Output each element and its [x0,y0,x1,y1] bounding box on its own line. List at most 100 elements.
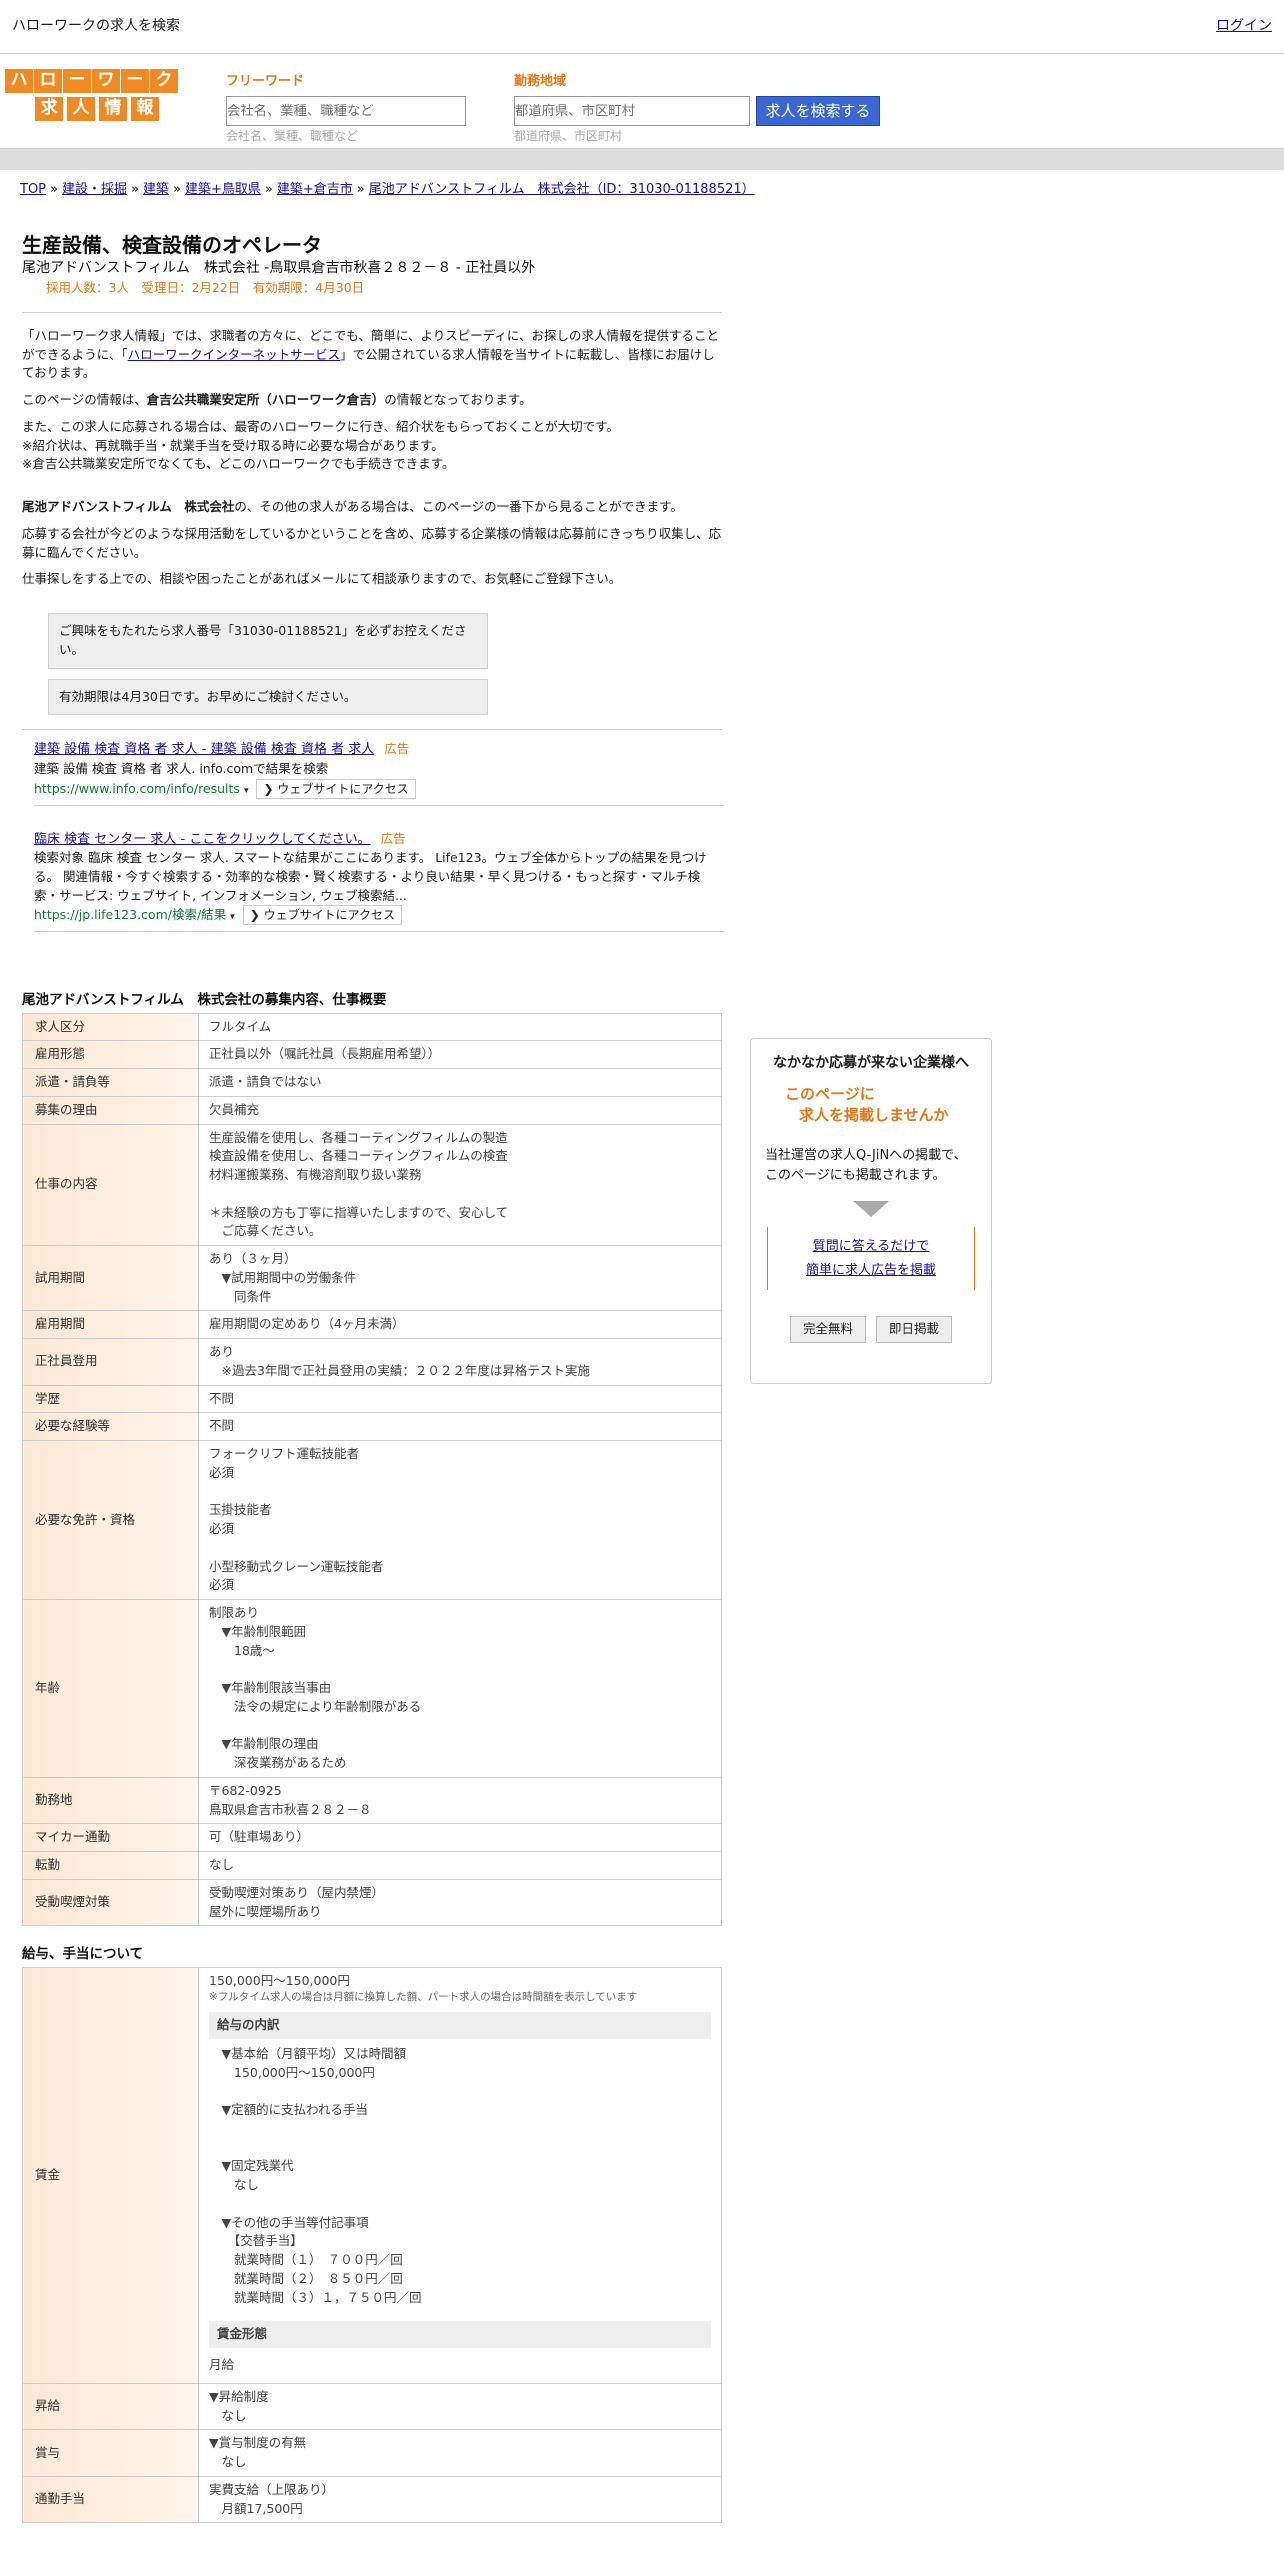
job-title: 生産設備、検査設備のオペレータ [22,233,322,257]
row-value: なし [198,1851,722,1880]
breadcrumb-link[interactable]: 建築+倉吉市 [277,182,353,197]
breadcrumb-link[interactable]: TOP [20,182,46,197]
table-row: 雇用期間 雇用期間の定めあり（4ヶ月未満） [22,1310,722,1339]
side-link-post-ad[interactable]: 簡単に求人広告を掲載 [768,1261,974,1281]
table-row: 仕事の内容 生産設備を使用し、各種コーティングフィルムの製造 検査設備を使用し、各… [22,1123,722,1246]
side-link-questions[interactable]: 質問に答えるだけで [768,1237,974,1257]
row-value: 雇用期間の定めあり（4ヶ月未満） [198,1310,722,1339]
table-row: 募集の理由 欠員補充 [22,1095,722,1125]
row-key: 受動喫煙対策 [22,1878,199,1927]
site-title: ハローワークの求人を検索 [12,18,180,34]
breadcrumb-separator: » [131,182,139,197]
table-row: 賞与 ▼賞与制度の有無 なし [22,2429,722,2477]
breadcrumb-link[interactable]: 建築 [143,182,169,197]
ad-badge: 広告 [380,830,406,846]
breadcrumb-link[interactable]: 尾池アドバンストフィルム 株式会社（ID：31030-01188521） [369,182,755,197]
area-field-group: 勤務地域 都道府県、市区町村 [514,72,750,145]
row-value: フォークリフト運転技能者 必須 玉掛技能者 必須 小型移動式クレーン運転技能者 … [198,1440,722,1600]
row-key: 募集の理由 [22,1095,199,1125]
row-value: ▼賞与制度の有無 なし [198,2429,722,2477]
area-input[interactable] [514,95,750,126]
area-hint: 都道府県、市区町村 [514,128,623,143]
hellowork-internet-link[interactable]: ハローワークインターネットサービス [128,347,341,362]
breadcrumb: TOP» 建設・採掘» 建築» 建築+鳥取県» 建築+倉吉市» 尾池アドバンストフィルム … [20,180,755,200]
employer-ad-box: なかなか応募が来ない企業様へ このページに 求人を掲載しませんか 当社運営の求人… [750,1038,992,1384]
salary-breakdown: ▼基本給（月額平均）又は時間額 150,000円〜150,000円 ▼定額的に支… [221,2045,422,2305]
breadcrumb-separator: » [356,182,365,197]
row-value: 欠員補充 [198,1095,722,1125]
login-link[interactable]: ログイン [1216,16,1272,37]
table-row: 受動喫煙対策 受動喫煙対策あり（屋内禁煙） 屋外に喫煙場所あり [22,1878,722,1927]
row-key: 勤務地 [22,1776,199,1825]
intro-p4: 尾池アドバンストフィルム 株式会社の、その他の求人がある場合は、このページの一番… [22,499,683,514]
row-key: 正社員登用 [22,1338,199,1386]
breadcrumb-link[interactable]: 建設・採掘 [62,182,127,197]
intro-p5: 応募する会社が今どのような採用活動をしているかということを含め、応募する企業様の… [22,525,722,560]
row-value: 正社員以外（嘱託社員（長期雇用希望）） [198,1040,722,1069]
row-value: 不問 [198,1412,722,1441]
row-key: 雇用期間 [22,1310,199,1339]
search-button[interactable]: 求人を検索する [756,96,880,126]
side-heading: なかなか応募が来ない企業様へ [773,1055,969,1071]
intro-p1: 「ハローワーク求人情報」では、求職者の方々に、どこでも、簡単に、よりスピーディに… [22,327,720,381]
logo-char: 求 [34,96,64,122]
freeword-input[interactable] [226,95,466,126]
salary-form: 月給 [209,2357,235,2372]
row-key: マイカー通勤 [22,1823,199,1852]
header-band [0,148,1284,170]
job-number-note: ご興味をもたれたら求人番号「31030-01188521」を必ずお控えください。 [48,613,488,669]
row-key: 通勤手当 [22,2475,199,2524]
row-key: 雇用形態 [22,1040,199,1069]
row-value: 実費支給（上限あり） 月額17,500円 [198,2475,722,2524]
table-row: 賃金 150,000円〜150,000円 ※フルタイム求人の場合は月額に換算した… [22,1966,722,2384]
job-meta: 採用人数：3人 受理日：2月22日 有効期限：4月30日 [46,280,365,295]
row-key: 賞与 [22,2429,199,2477]
logo-char: ク [149,68,179,94]
side-links: 質問に答えるだけで 簡単に求人広告を掲載 [767,1227,975,1290]
table-row: 昇給 ▼昇給制度 なし [22,2382,722,2431]
ad-title-link[interactable]: 建築 設備 検査 資格 者 求人 - 建築 設備 検査 資格 者 求人 [34,742,374,757]
row-key: 年齢 [22,1599,199,1778]
table-row: 派遣・請負等 派遣・請負ではない [22,1068,722,1097]
row-value: 150,000円〜150,000円 ※フルタイム求人の場合は月額に換算した額、パ… [198,1966,722,2384]
intro-p3: また、この求人に応募される場合は、最寄のハローワークに行き、紹介状をもらっておく… [22,418,619,472]
intro-p2: このページの情報は、倉吉公共職業安定所（ハローワーク倉吉）の情報となっております… [22,392,532,407]
side-buttons: 完全無料 即日掲載 [751,1316,991,1343]
table-row: マイカー通勤 可（駐車場あり） [22,1823,722,1852]
logo-char: ワ [91,68,121,94]
ad-visit-button[interactable]: ❯ ウェブサイトにアクセス [242,905,402,926]
table-row: 勤務地 〒682-0925 鳥取県倉吉市秋喜２８２－８ [22,1776,722,1825]
hellowork-logo[interactable]: ハローワーク 求人情報 [4,68,180,126]
row-key: 賃金 [22,1966,199,2384]
table-row: 必要な経験等 不問 [22,1412,722,1441]
ad-url[interactable]: https://jp.life123.com/検索/結果 [34,907,226,922]
table-row: 年齢 制限あり ▼年齢制限範囲 18歳〜 ▼年齢制限該当事由 法令の規定により年齢… [22,1599,722,1778]
ads-section: 建築 設備 検査 資格 者 求人 - 建築 設備 検査 資格 者 求人 広告 建築 … [22,734,724,933]
ad-item: 建築 設備 検査 資格 者 求人 - 建築 設備 検査 資格 者 求人 広告 建築 … [34,734,724,806]
row-key: 派遣・請負等 [22,1068,199,1097]
expiry-note: 有効期限は4月30日です。お早めにご検討ください。 [48,678,488,716]
area-label: 勤務地域 [514,74,567,89]
ad-desc: 検索対象 臨床 検査 センター 求人. スマートな結果がここにあります。 Lif… [34,850,707,903]
same-day-button[interactable]: 即日掲載 [876,1316,953,1343]
ad-badge: 広告 [384,741,410,757]
ad-url[interactable]: https://www.info.com/info/results [34,781,240,796]
ad-visit-button[interactable]: ❯ ウェブサイトにアクセス [256,778,416,799]
row-value: ▼昇給制度 なし [198,2382,722,2431]
logo-char: ロ [33,68,63,94]
side-desc: 当社運営の求人Q-JiNへの掲載で、このページにも掲載されます。 [765,1148,967,1183]
table-row: 試用期間 あり（３ヶ月） ▼試用期間中の労働条件 同条件 [22,1244,722,1312]
row-value: 制限あり ▼年齢制限範囲 18歳〜 ▼年齢制限該当事由 法令の規定により年齢制限… [198,1599,722,1778]
table-row: 学歴 不問 [22,1384,722,1414]
breadcrumb-separator: » [172,182,181,197]
side-offer-2: 求人を掲載しませんか [799,1106,949,1124]
breadcrumb-separator: » [264,182,273,197]
free-button[interactable]: 完全無料 [789,1316,866,1343]
row-value: フルタイム [198,1012,722,1042]
salary-form-title: 賃金形態 [209,2321,711,2348]
table-row: 雇用形態 正社員以外（嘱託社員（長期雇用希望）） [22,1040,722,1069]
row-value: あり ※過去3年間で正社員登用の実績：２０２２年度は昇格テスト実施 [198,1338,722,1386]
salary-title: 給与、手当について [22,1946,144,1963]
breadcrumb-link[interactable]: 建築+鳥取県 [185,182,261,197]
ad-title-link[interactable]: 臨床 検査 センター 求人 - ここをクリックしてください。 [34,832,371,847]
